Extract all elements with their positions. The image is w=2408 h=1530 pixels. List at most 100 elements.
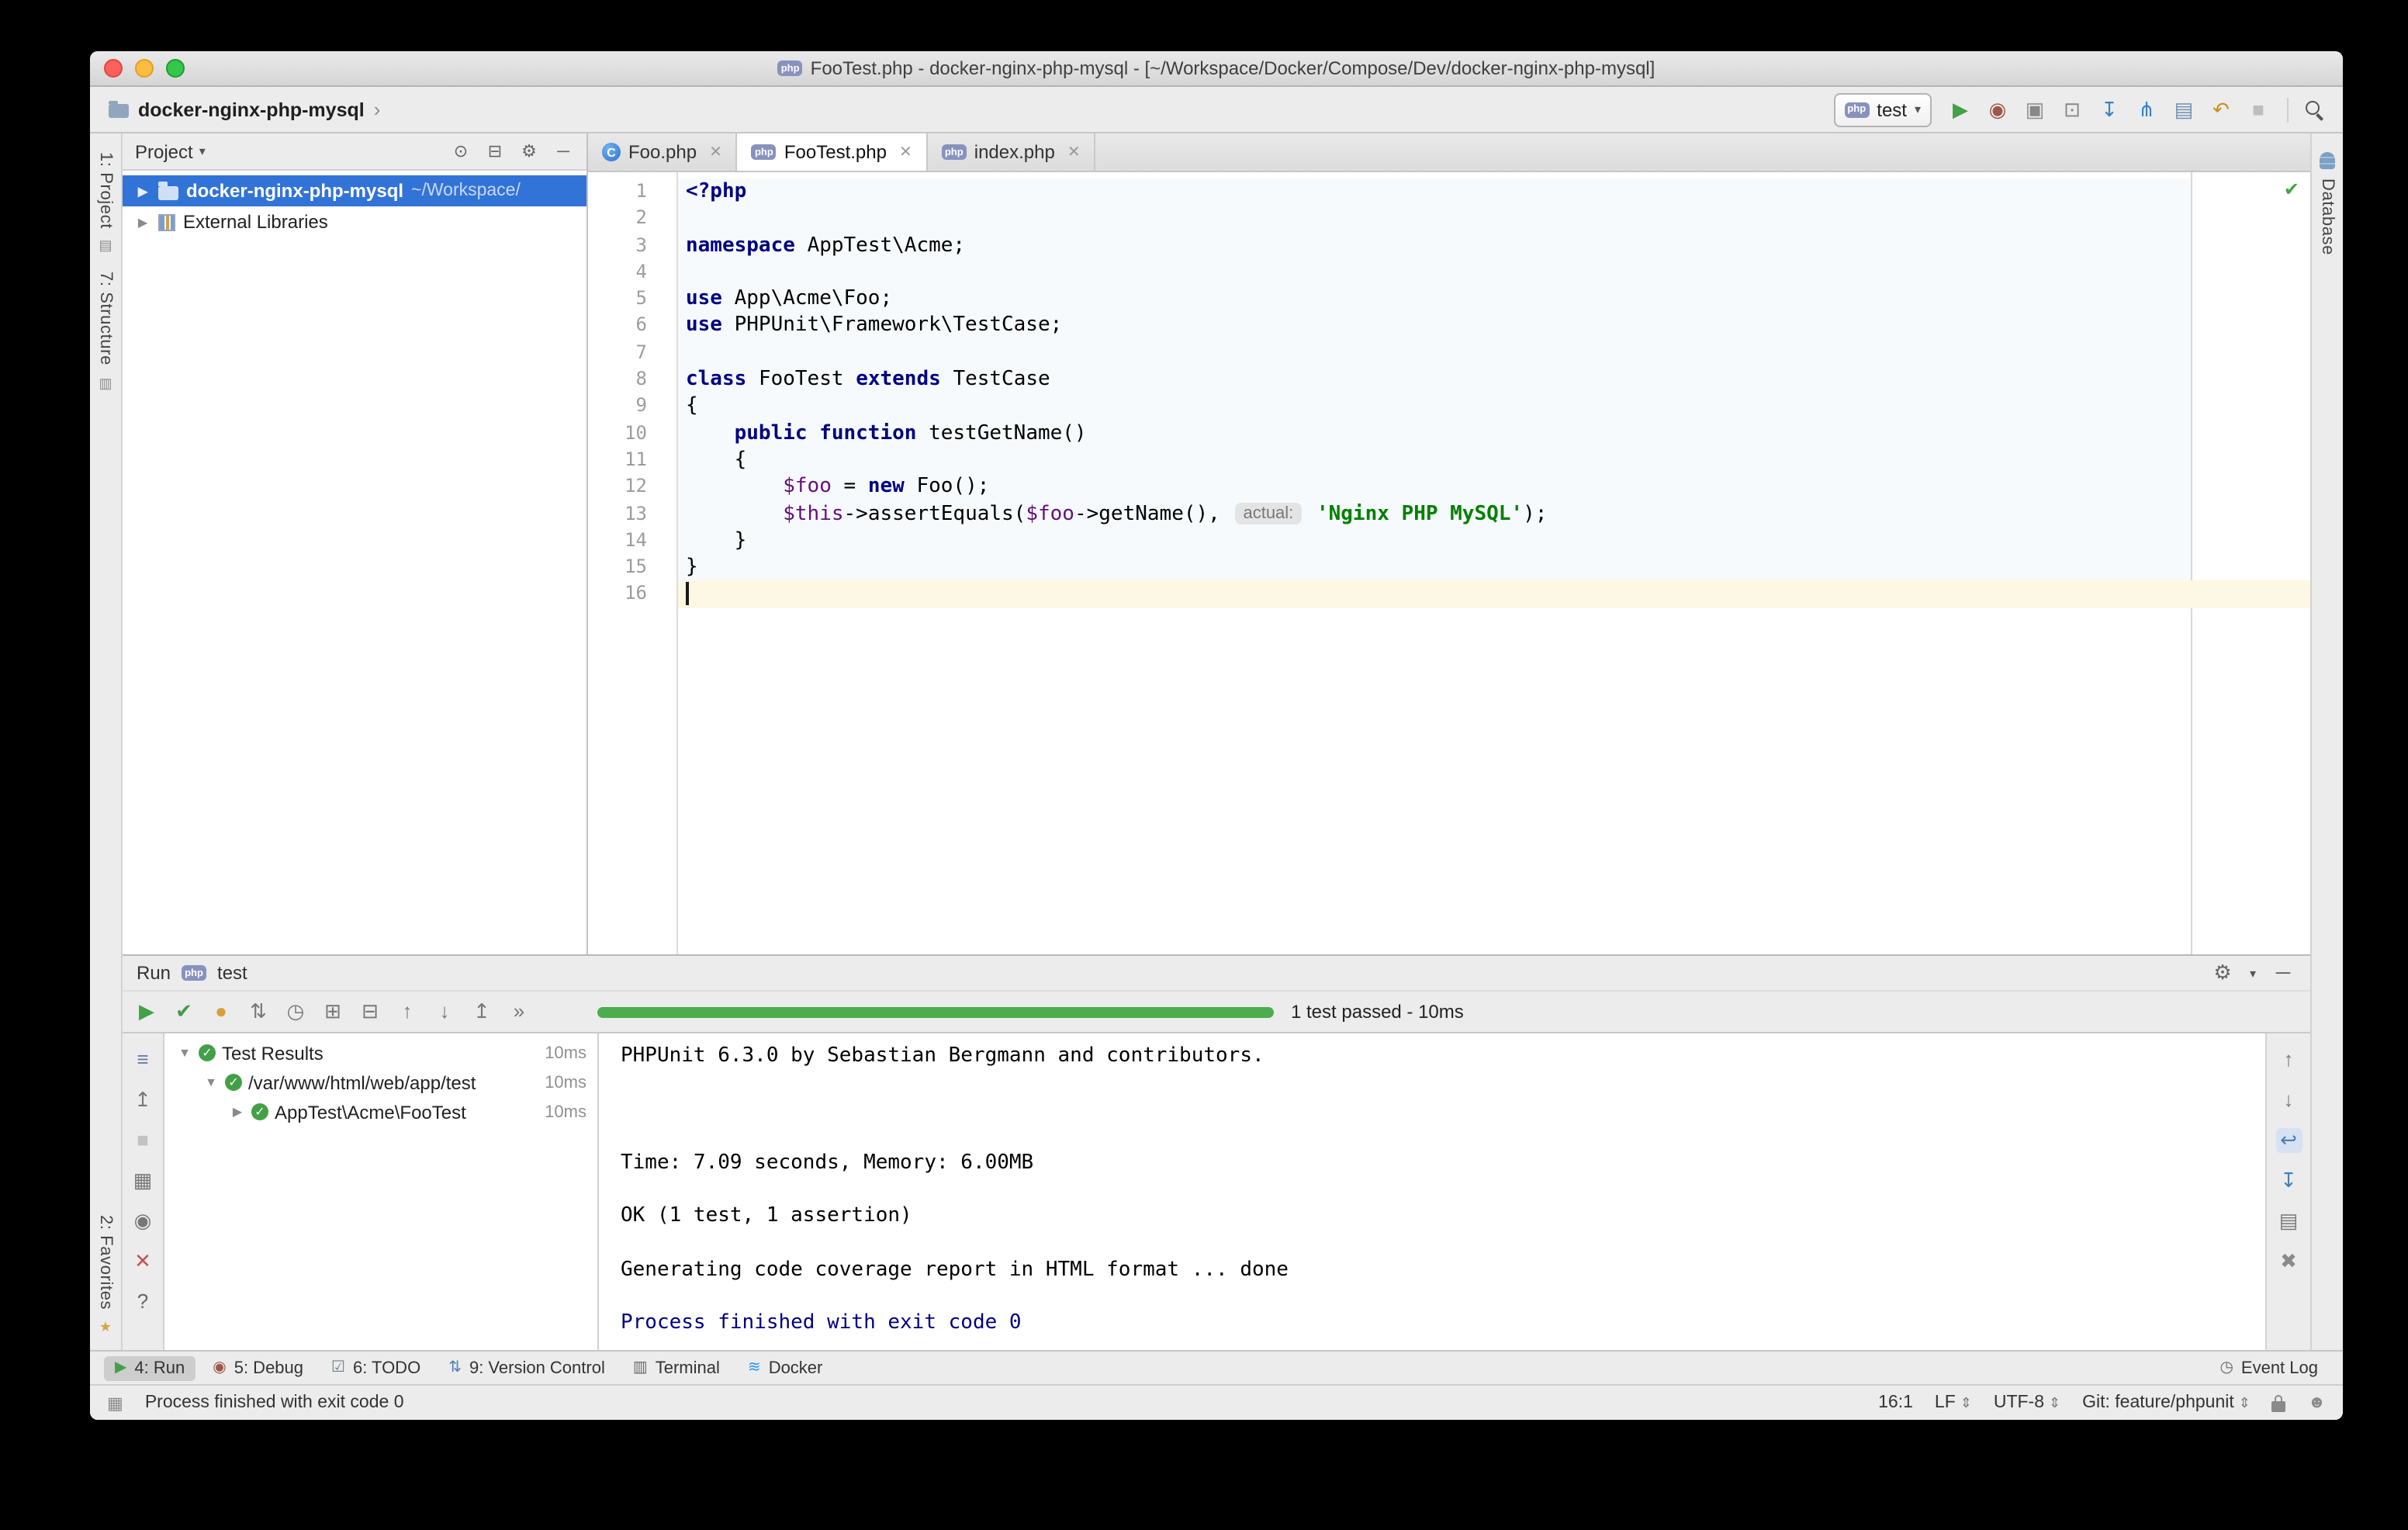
encoding-widget[interactable]: UTF-8⇕ (1994, 1393, 2060, 1412)
sort-by-duration-button[interactable]: ◷ (282, 999, 309, 1024)
code-line[interactable]: } (678, 554, 2310, 581)
line-separator-widget[interactable]: LF⇕ (1935, 1393, 1972, 1412)
tree-arrow-icon[interactable]: ▼ (177, 1046, 192, 1060)
inspections-status-icon[interactable]: ✔ (2284, 178, 2299, 200)
test-tree-row[interactable]: ▼✓Test Results10ms (164, 1038, 597, 1068)
collapse-all-button[interactable]: ⊟ (484, 139, 506, 164)
rerun-tests-button[interactable]: ▶ (133, 999, 160, 1024)
code-line[interactable] (678, 581, 2310, 608)
show-passed-button[interactable]: ✔ (171, 999, 197, 1024)
toolwindow-button-4-run[interactable]: ▶4: Run (104, 1355, 195, 1380)
title-bar[interactable]: FooTest.php - docker-nginx-php-mysql - [… (90, 51, 2343, 87)
scroll-up-button[interactable]: ↑ (2275, 1047, 2302, 1072)
hector-inspector-icon[interactable]: ☻ (2308, 1393, 2326, 1412)
run-button[interactable]: ▶ (1947, 97, 1974, 122)
expand-all-button[interactable]: ⊞ (320, 999, 346, 1024)
scroll-to-end-button[interactable]: ↧ (2275, 1168, 2302, 1193)
vcs-operations-button[interactable]: ⋔ (2133, 97, 2160, 122)
debug-button[interactable]: ◉ (1984, 97, 2011, 122)
next-failed-button[interactable]: ↓ (431, 999, 458, 1024)
close-tab-icon[interactable]: ✕ (899, 144, 912, 161)
stop-button[interactable]: ■ (2245, 97, 2271, 122)
coverage-button[interactable]: ▣ (2022, 97, 2048, 122)
editor-tab[interactable]: FooTest.php✕ (738, 133, 928, 171)
more-options-chevron[interactable]: » (506, 999, 532, 1024)
hide-panel-button[interactable]: ─ (2270, 961, 2296, 985)
editor-tab[interactable]: index.php✕ (928, 133, 1096, 171)
toolwindow-button-event-log[interactable]: ◷Event Log (2209, 1355, 2329, 1380)
caret-position-widget[interactable]: 16:1 (1878, 1393, 1913, 1412)
tree-arrow-icon[interactable]: ▶ (135, 184, 150, 198)
soft-wrap-button[interactable]: ↩ (2275, 1128, 2302, 1153)
toolwindow-button-5-debug[interactable]: ◉5: Debug (202, 1355, 314, 1380)
project-panel-title[interactable]: Project (135, 140, 193, 162)
sort-alphabetically-button[interactable]: ⇅ (245, 999, 272, 1024)
run-config-select[interactable]: test ▾ (1833, 92, 1932, 126)
tool-stripe-button[interactable]: 1: Project▤ (96, 152, 115, 254)
vcs-update-button[interactable]: ↧ (2096, 97, 2123, 122)
test-tree-row[interactable]: ▶✓AppTest\Acme\FooTest10ms (164, 1097, 597, 1127)
tree-arrow-icon[interactable]: ▶ (135, 215, 150, 229)
code-line[interactable] (678, 340, 2310, 367)
console-output[interactable]: PHPUnit 6.3.0 by Sebastian Bergmann and … (599, 1033, 2265, 1350)
print-button[interactable]: ▤ (2275, 1209, 2302, 1234)
stop-button[interactable]: ■ (130, 1128, 156, 1153)
breadcrumb[interactable]: docker-nginx-php-mysql › (109, 98, 380, 121)
test-tree-row[interactable]: ▼✓/var/www/html/web/app/test10ms (164, 1068, 597, 1097)
code-line[interactable]: <?php (678, 178, 2310, 206)
run-tab-label[interactable]: Run (137, 962, 171, 984)
code-line[interactable]: { (678, 393, 2310, 421)
vcs-history-button[interactable]: ▤ (2171, 97, 2197, 122)
close-button[interactable]: ✕ (130, 1249, 156, 1274)
locate-file-button[interactable]: ⊙ (450, 139, 472, 164)
lock-icon[interactable] (2272, 1400, 2286, 1411)
show-ignored-button[interactable]: ● (208, 999, 234, 1024)
code-line[interactable]: namespace AppTest\Acme; (678, 232, 2310, 259)
code-line[interactable]: use App\Acme\Foo; (678, 286, 2310, 313)
toolwindow-button-docker[interactable]: ≋Docker (737, 1355, 833, 1380)
settings-icon[interactable]: ⚙ (2209, 961, 2236, 985)
code-line[interactable]: public function testGetName() (678, 420, 2310, 447)
project-tree-row[interactable]: ▶docker-nginx-php-mysql~/Workspace/ (123, 175, 586, 206)
close-tab-icon[interactable]: ✕ (709, 144, 722, 161)
tree-arrow-icon[interactable]: ▼ (203, 1075, 219, 1089)
code-line[interactable]: $this->assertEquals($foo->getName(), act… (678, 500, 2310, 528)
undo-button[interactable]: ↶ (2208, 97, 2234, 122)
scroll-down-button[interactable]: ↓ (2275, 1088, 2302, 1113)
test-history-button[interactable]: ↥ (469, 999, 495, 1024)
tool-stripe-button[interactable]: 2: Favorites★ (96, 1215, 115, 1334)
code-line[interactable]: } (678, 528, 2310, 555)
help-button[interactable]: ? (130, 1289, 156, 1314)
project-tree-row[interactable]: ▶External Libraries (123, 206, 586, 237)
search-everywhere-icon[interactable] (2304, 99, 2324, 119)
code-line[interactable]: { (678, 447, 2310, 474)
close-button[interactable] (104, 59, 123, 78)
import-tests-button[interactable]: ↥ (130, 1088, 156, 1113)
code-area[interactable]: <?php namespace AppTest\Acme; use App\Acme… (678, 172, 2310, 954)
tool-stripe-button[interactable]: 7: Structure▥ (96, 272, 115, 391)
code-line[interactable]: use PHPUnit\Framework\TestCase; (678, 313, 2310, 340)
hide-panel-button[interactable]: ─ (552, 139, 574, 164)
code-line[interactable]: class FooTest extends TestCase (678, 366, 2310, 393)
toolwindow-button-terminal[interactable]: ▥Terminal (622, 1355, 731, 1380)
code-line[interactable]: $foo = new Foo(); (678, 474, 2310, 501)
pin-tab-button[interactable]: ◉ (130, 1209, 156, 1234)
close-tab-icon[interactable]: ✕ (1067, 144, 1081, 161)
settings-icon[interactable]: ⚙ (518, 139, 540, 164)
zoom-button[interactable] (166, 59, 185, 78)
show-statistics-button[interactable]: ≡ (130, 1047, 156, 1072)
code-line[interactable] (678, 206, 2310, 233)
editor-tab[interactable]: Foo.php✕ (588, 133, 738, 171)
collapse-all-button[interactable]: ⊟ (357, 999, 383, 1024)
tree-arrow-icon[interactable]: ▶ (230, 1105, 245, 1119)
previous-failed-button[interactable]: ↑ (394, 999, 420, 1024)
toolwindow-button-9-version-control[interactable]: ⇅9: Version Control (438, 1355, 616, 1380)
toolwindow-button-6-todo[interactable]: ☑6: TODO (320, 1355, 431, 1380)
clear-console-button[interactable]: ✖ (2275, 1249, 2302, 1274)
git-branch-widget[interactable]: Git: feature/phpunit⇕ (2082, 1393, 2251, 1412)
attach-debugger-button[interactable]: ⊡ (2059, 97, 2085, 122)
tool-stripe-button[interactable]: Database (2318, 152, 2337, 255)
code-line[interactable] (678, 259, 2310, 286)
toolwindow-switcher-icon[interactable]: ▦ (107, 1393, 123, 1413)
restore-layout-button[interactable]: ▦ (130, 1168, 156, 1193)
